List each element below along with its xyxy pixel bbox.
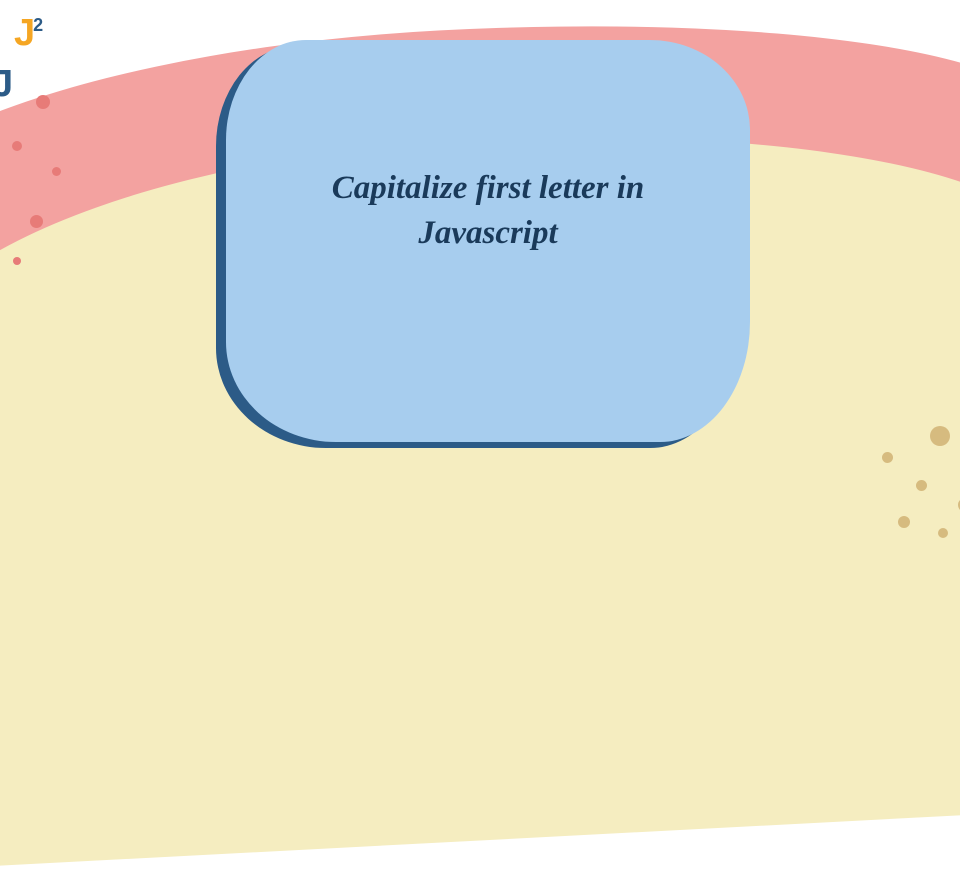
- dot-icon: [916, 480, 927, 491]
- title-card: Capitalize first letter in Javascript: [226, 40, 750, 442]
- dot-icon: [898, 516, 910, 528]
- dot-icon: [930, 426, 950, 446]
- dot-icon: [938, 528, 948, 538]
- dot-icon: [12, 141, 22, 151]
- logo-letter-j-blue: J: [0, 63, 13, 106]
- logo: J2 J: [14, 12, 47, 98]
- dot-icon: [882, 452, 893, 463]
- dot-icon: [13, 257, 21, 265]
- logo-superscript-2: 2: [33, 15, 43, 36]
- logo-letter-j-orange: J: [14, 12, 35, 55]
- dot-icon: [52, 167, 61, 176]
- dot-icon: [36, 95, 50, 109]
- dot-icon: [30, 215, 43, 228]
- card-title: Capitalize first letter in Javascript: [266, 166, 710, 255]
